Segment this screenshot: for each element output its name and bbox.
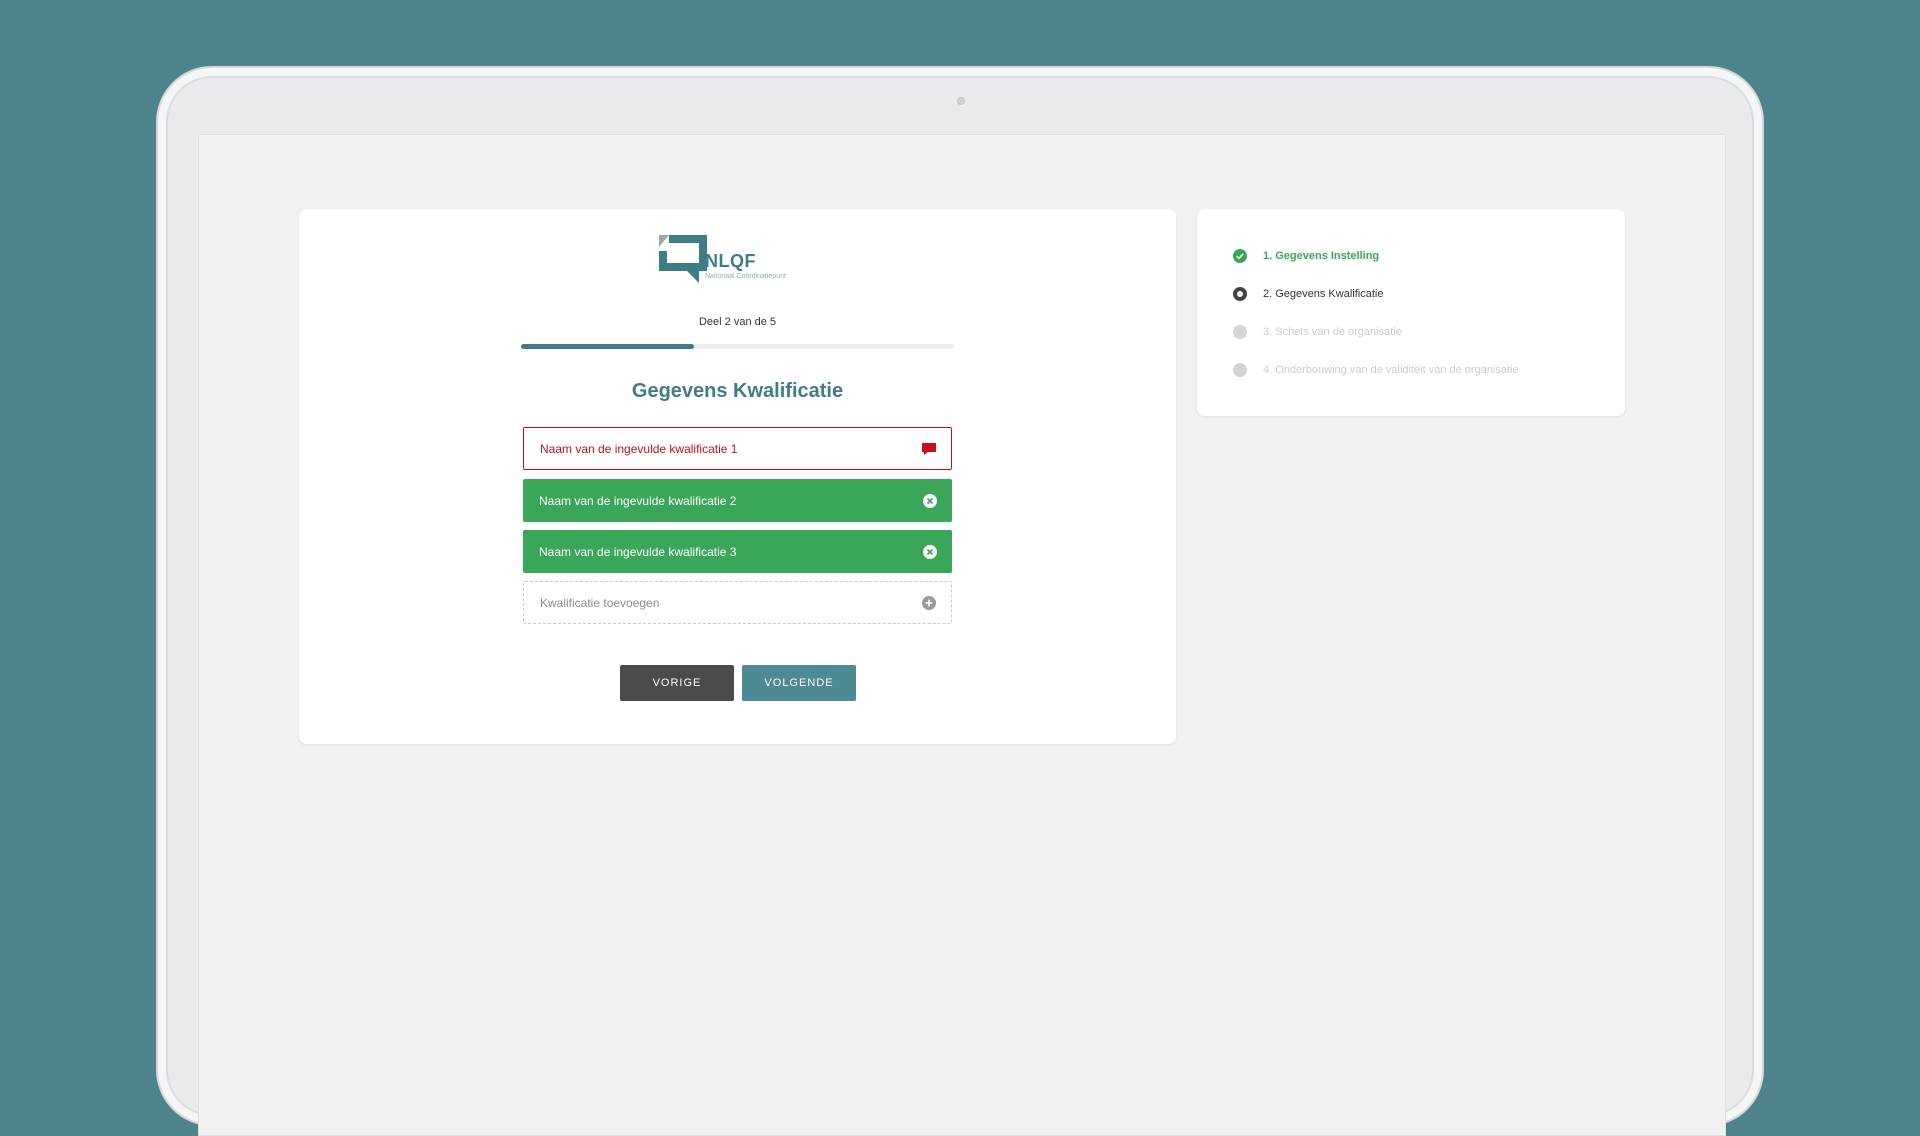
step-label: 1. Gegevens Instelling <box>1263 250 1380 262</box>
previous-button[interactable]: VORIGE <box>620 665 734 701</box>
step-gegevens-instelling[interactable]: 1. Gegevens Instelling <box>1233 247 1379 265</box>
progress-label: Deel 2 van de 5 <box>698 316 777 328</box>
add-qualification-button[interactable]: Kwalificatie toevoegen <box>523 581 952 624</box>
step-label: 4. Onderbouwing van de validiteit van de… <box>1263 364 1519 376</box>
step-gegevens-kwalificatie[interactable]: 2. Gegevens Kwalificatie <box>1233 285 1383 303</box>
step-label: 2. Gegevens Kwalificatie <box>1263 288 1384 300</box>
qualification-item-complete[interactable]: Naam van de ingevulde kwalificatie 2 <box>523 479 952 522</box>
add-qualification-label: Kwalificatie toevoegen <box>540 595 660 610</box>
close-circle-icon[interactable] <box>922 493 938 509</box>
progress-bar-fill <box>521 344 695 349</box>
qualification-item-label: Naam van de ingevulde kwalificatie 3 <box>539 544 737 559</box>
qualification-item-label: Naam van de ingevulde kwalificatie 2 <box>539 493 737 508</box>
qualification-item-complete[interactable]: Naam van de ingevulde kwalificatie 3 <box>523 530 952 573</box>
camera-icon <box>957 97 965 105</box>
form-title: Gegevens Kwalificatie <box>631 380 844 402</box>
comment-alert-icon[interactable] <box>921 441 937 457</box>
check-circle-icon <box>1233 249 1247 263</box>
form-card: NLQF Nationaal Coördinatiepunt Deel 2 va… <box>299 209 1176 744</box>
steps-card: 1. Gegevens Instelling 2. Gegevens Kwali… <box>1197 209 1625 416</box>
current-step-icon <box>1233 287 1247 301</box>
nlqf-logo-icon <box>659 235 707 283</box>
step-label: 3. Schets van de organisatie <box>1263 326 1402 338</box>
step-schets-organisatie[interactable]: 3. Schets van de organisatie <box>1233 323 1402 341</box>
progress-bar <box>521 344 954 349</box>
brand-subtitle: Nationaal Coördinatiepunt <box>705 273 786 280</box>
pending-step-icon <box>1233 363 1247 377</box>
next-button[interactable]: VOLGENDE <box>742 665 856 701</box>
plus-circle-icon[interactable] <box>921 595 937 611</box>
brand-logo: NLQF Nationaal Coördinatiepunt <box>653 231 813 291</box>
laptop-frame: NLQF Nationaal Coördinatiepunt Deel 2 va… <box>156 66 1764 1136</box>
qualification-item-error[interactable]: Naam van de ingevulde kwalificatie 1 <box>523 427 952 470</box>
close-circle-icon[interactable] <box>922 544 938 560</box>
brand-name: NLQF <box>705 251 756 271</box>
screen: NLQF Nationaal Coördinatiepunt Deel 2 va… <box>198 134 1726 1136</box>
pending-step-icon <box>1233 325 1247 339</box>
qualification-item-label: Naam van de ingevulde kwalificatie 1 <box>540 441 738 456</box>
step-onderbouwing-validiteit[interactable]: 4. Onderbouwing van de validiteit van de… <box>1233 361 1519 379</box>
